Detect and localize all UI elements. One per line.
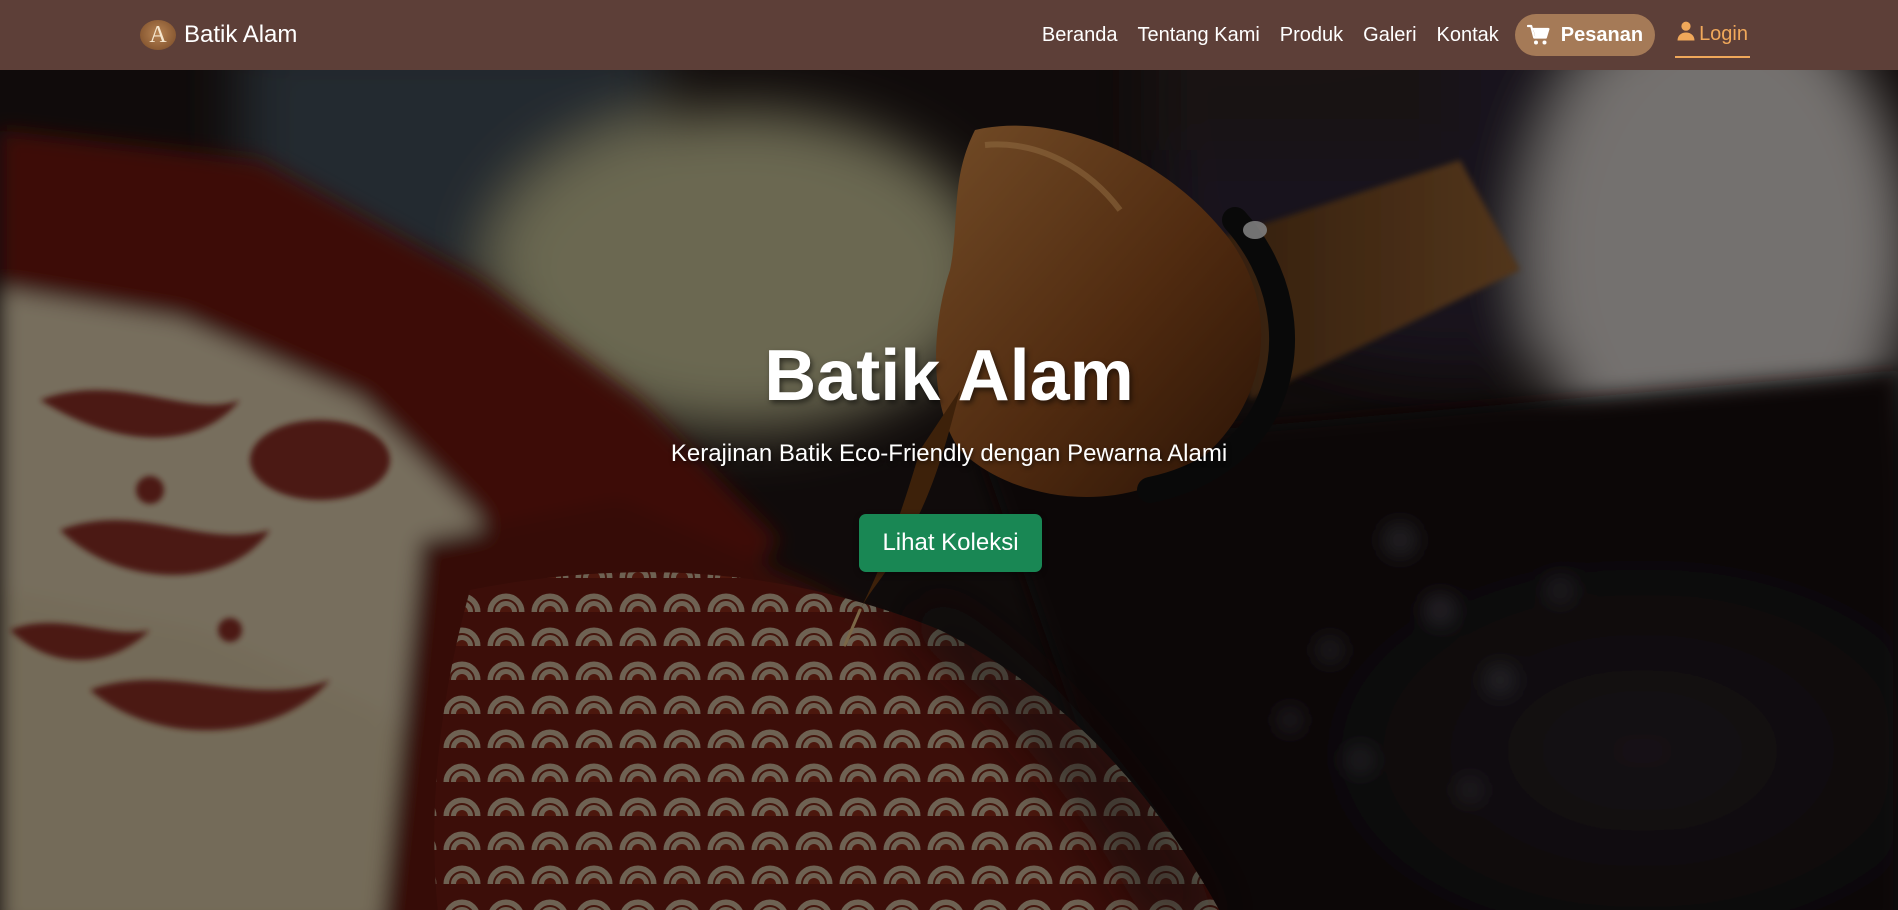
nav-link-kontak[interactable]: Kontak [1437, 24, 1499, 47]
nav-links: Beranda Tentang Kami Produk Galeri Konta… [1022, 0, 1750, 70]
hero-title: Batik Alam [764, 336, 1134, 416]
hero-content: Batik Alam Kerajinan Batik Eco-Friendly … [0, 70, 1898, 910]
hero-section: Batik Alam Kerajinan Batik Eco-Friendly … [0, 70, 1898, 910]
nav-link-beranda[interactable]: Beranda [1042, 24, 1118, 47]
brand-name: Batik Alam [184, 21, 298, 48]
brand-link[interactable]: A Batik Alam [140, 18, 297, 52]
login-label: Login [1699, 22, 1748, 45]
shopping-cart-icon [1526, 24, 1551, 46]
user-icon [1677, 21, 1695, 47]
orders-label: Pesanan [1560, 23, 1644, 46]
nav-link-tentang-kami[interactable]: Tentang Kami [1138, 24, 1260, 47]
navbar: A Batik Alam Beranda Tentang Kami Produk… [0, 0, 1898, 70]
view-collection-button[interactable]: Lihat Koleksi [859, 514, 1042, 572]
hero-subtitle: Kerajinan Batik Eco-Friendly dengan Pewa… [670, 440, 1228, 467]
nav-link-galeri[interactable]: Galeri [1363, 24, 1416, 47]
nav-link-produk[interactable]: Produk [1280, 24, 1343, 47]
login-link[interactable]: Login [1675, 12, 1750, 58]
brand-logo: A [140, 20, 176, 50]
orders-button[interactable]: Pesanan [1514, 14, 1656, 56]
